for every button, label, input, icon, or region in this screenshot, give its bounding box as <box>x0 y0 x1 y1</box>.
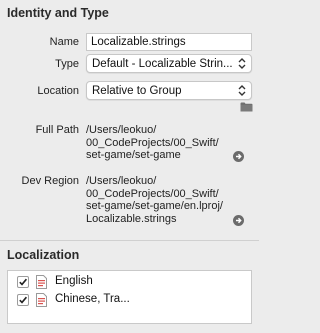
up-down-chevron-icon <box>238 85 246 96</box>
full-path-line: /Users/leokuo/ <box>86 124 157 136</box>
list-item: English <box>8 273 251 291</box>
checkmark-icon <box>19 278 28 286</box>
localization-list: English Chinese, Tra... <box>7 270 252 324</box>
full-path-line: set-game/set-game <box>86 149 181 161</box>
location-popup[interactable]: Relative to Group <box>86 81 252 100</box>
full-path-value: /Users/leokuo/ 00_CodeProjects/00_Swift/… <box>86 124 236 162</box>
dev-region-line: /Users/leokuo/ <box>86 175 157 187</box>
strings-file-icon <box>36 293 47 307</box>
dev-region-line: Localizable.strings <box>86 212 177 225</box>
location-label: Location <box>37 85 79 97</box>
arrow-right-circle-icon[interactable] <box>233 151 244 162</box>
location-popup-value: Relative to Group <box>92 85 182 97</box>
up-down-chevron-icon <box>238 58 246 69</box>
checkmark-icon <box>19 296 28 304</box>
arrow-right-circle-icon[interactable] <box>233 215 244 226</box>
localization-label: Chinese, Tra... <box>55 293 130 305</box>
name-label: Name <box>49 36 79 48</box>
folder-icon[interactable] <box>240 102 253 112</box>
dev-region-line: 00_CodeProjects/00_Swift/ <box>86 187 219 200</box>
type-popup-value: Default - Localizable Strin... <box>92 58 233 70</box>
dev-region-line: set-game/set-game/en.lproj/ <box>86 200 223 212</box>
full-path-line: 00_CodeProjects/00_Swift/ <box>86 136 219 149</box>
localization-label: English <box>55 275 93 287</box>
localization-checkbox-chinese[interactable] <box>17 294 29 306</box>
localization-section-title: Localization <box>7 248 80 262</box>
type-popup[interactable]: Default - Localizable Strin... <box>86 54 252 73</box>
section-divider <box>0 240 259 241</box>
type-label: Type <box>55 58 79 70</box>
localization-checkbox-english[interactable] <box>17 276 29 288</box>
strings-file-icon <box>36 275 47 289</box>
full-path-label: Full Path <box>35 124 79 136</box>
dev-region-value: /Users/leokuo/ 00_CodeProjects/00_Swift/… <box>86 175 236 225</box>
dev-region-label: Dev Region <box>21 175 79 187</box>
identity-section-title: Identity and Type <box>7 6 109 20</box>
list-item: Chinese, Tra... <box>8 291 251 309</box>
name-field[interactable]: Localizable.strings <box>86 33 252 51</box>
